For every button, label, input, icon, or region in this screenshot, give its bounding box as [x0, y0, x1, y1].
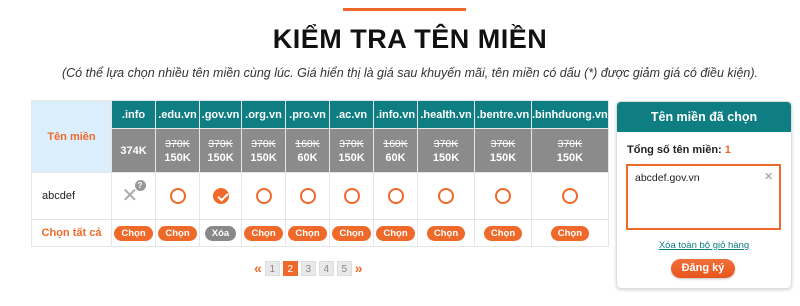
ext-header: .bentre.vn [474, 100, 532, 129]
old-price: 160K [383, 137, 408, 150]
select-column-button[interactable]: Chọn [332, 225, 371, 241]
unavailable-icon: ✕? [122, 179, 146, 206]
cart-items-box: abcdef.gov.vn × [626, 164, 781, 230]
select-radio[interactable] [343, 188, 360, 204]
cart-item: abcdef.gov.vn [635, 172, 700, 184]
select-all-row: Chọn tất cả Chọn Chọn Xóa Chọn Chọn Chọn… [31, 219, 609, 247]
price: 150K [556, 151, 584, 164]
price-cell: 374K [111, 128, 156, 173]
page-button-active[interactable]: 2 [282, 260, 298, 276]
price-cell: 370K 150K [241, 128, 286, 173]
old-price: 370K [433, 137, 459, 150]
price: 150K [432, 151, 460, 164]
ext-header: .binhduong.vn [531, 100, 609, 129]
select-radio-checked[interactable] [212, 188, 229, 204]
option-cell [155, 172, 200, 220]
old-price: 370K [490, 137, 516, 150]
price-cell: 370K 150K [155, 128, 200, 173]
select-column-button[interactable]: Chọn [376, 225, 415, 241]
price-cell: 370K 150K [474, 128, 532, 173]
old-price: 370K [208, 137, 233, 150]
price: 150K [207, 151, 234, 164]
old-price: 370K [165, 137, 190, 150]
page-subtitle: (Có thể lựa chọn nhiều tên miền cùng lúc… [61, 66, 758, 80]
help-icon[interactable]: ? [134, 179, 146, 191]
old-price: 370K [557, 137, 583, 150]
select-column-button[interactable]: Chọn [158, 225, 197, 241]
pagination: « 1 2 3 4 5 » [254, 260, 363, 276]
old-price: 370K [339, 137, 364, 150]
cart-title: Tên miền đã chọn [617, 102, 791, 132]
clear-cart-link[interactable]: Xóa toàn bộ giỏ hàng [617, 240, 791, 251]
ext-header: .info.vn [373, 100, 418, 129]
remove-column-button[interactable]: Xóa [204, 225, 237, 241]
ext-header: .info [111, 100, 156, 129]
prev-page-button[interactable]: « [254, 261, 262, 275]
ext-header: .gov.vn [199, 100, 242, 129]
option-cell [285, 172, 330, 220]
select-column-button[interactable]: Chọn [426, 225, 466, 241]
select-column-button[interactable]: Chọn [244, 225, 283, 241]
ext-header: .org.vn [241, 100, 286, 129]
select-column-button[interactable]: Chọn [550, 225, 590, 241]
select-column-button[interactable]: Chọn [483, 225, 523, 241]
old-price: 160K [295, 137, 320, 150]
option-cell [329, 172, 374, 220]
option-cell: ✕? [111, 172, 156, 220]
option-cell [417, 172, 475, 220]
price-cell: 370K 150K [531, 128, 609, 173]
cart-count-value: 1 [724, 144, 731, 156]
price: 60K [385, 151, 406, 164]
page-button[interactable]: 5 [336, 260, 352, 276]
page-title: KIỂM TRA TÊN MIỀN [272, 24, 548, 54]
ext-header: .edu.vn [155, 100, 200, 129]
page-button[interactable]: 4 [318, 260, 334, 276]
select-radio[interactable] [255, 188, 272, 204]
cart-count: Tổng số tên miền: 1 [627, 144, 731, 156]
domain-name: abcdef [31, 172, 112, 220]
page-button[interactable]: 3 [300, 260, 316, 276]
next-page-button[interactable]: » [355, 261, 363, 275]
price: 150K [164, 151, 191, 164]
option-cell [373, 172, 418, 220]
table-row: abcdef ✕? [31, 172, 609, 220]
select-radio[interactable] [169, 188, 186, 204]
price-cell: 160K 60K [285, 128, 330, 173]
price-cell: 160K 60K [373, 128, 418, 173]
select-column-button[interactable]: Chọn [114, 225, 153, 241]
select-radio[interactable] [438, 188, 454, 204]
remove-item-icon[interactable]: × [764, 168, 773, 185]
select-radio[interactable] [387, 188, 404, 204]
price: 150K [250, 151, 277, 164]
option-cell [199, 172, 242, 220]
select-column-button[interactable]: Chọn [288, 225, 327, 241]
price-cell: 370K 150K [417, 128, 475, 173]
select-radio[interactable] [299, 188, 316, 204]
selected-domains-panel: Tên miền đã chọn Tổng số tên miền: 1 abc… [616, 101, 792, 289]
select-all-label: Chọn tất cả [31, 219, 112, 247]
ext-header: .ac.vn [329, 100, 374, 129]
title-accent-bar [343, 8, 466, 11]
option-cell [531, 172, 609, 220]
ext-header: .health.vn [417, 100, 475, 129]
price-cell: 370K 150K [199, 128, 242, 173]
price-cell: 370K 150K [329, 128, 374, 173]
select-radio[interactable] [561, 188, 578, 204]
ext-header: .pro.vn [285, 100, 330, 129]
domain-table: Tên miền .info .edu.vn .gov.vn .org.vn .… [31, 100, 609, 247]
option-cell [241, 172, 286, 220]
select-radio[interactable] [495, 188, 511, 204]
page-button[interactable]: 1 [264, 260, 280, 276]
option-cell [474, 172, 532, 220]
old-price: 370K [251, 137, 276, 150]
cart-count-label: Tổng số tên miền: [627, 144, 722, 156]
price: 150K [489, 151, 517, 164]
price: 60K [297, 151, 318, 164]
price: 374K [120, 144, 147, 157]
domain-column-header: Tên miền [31, 100, 112, 173]
price: 150K [338, 151, 365, 164]
register-button[interactable]: Đăng ký [671, 259, 735, 278]
